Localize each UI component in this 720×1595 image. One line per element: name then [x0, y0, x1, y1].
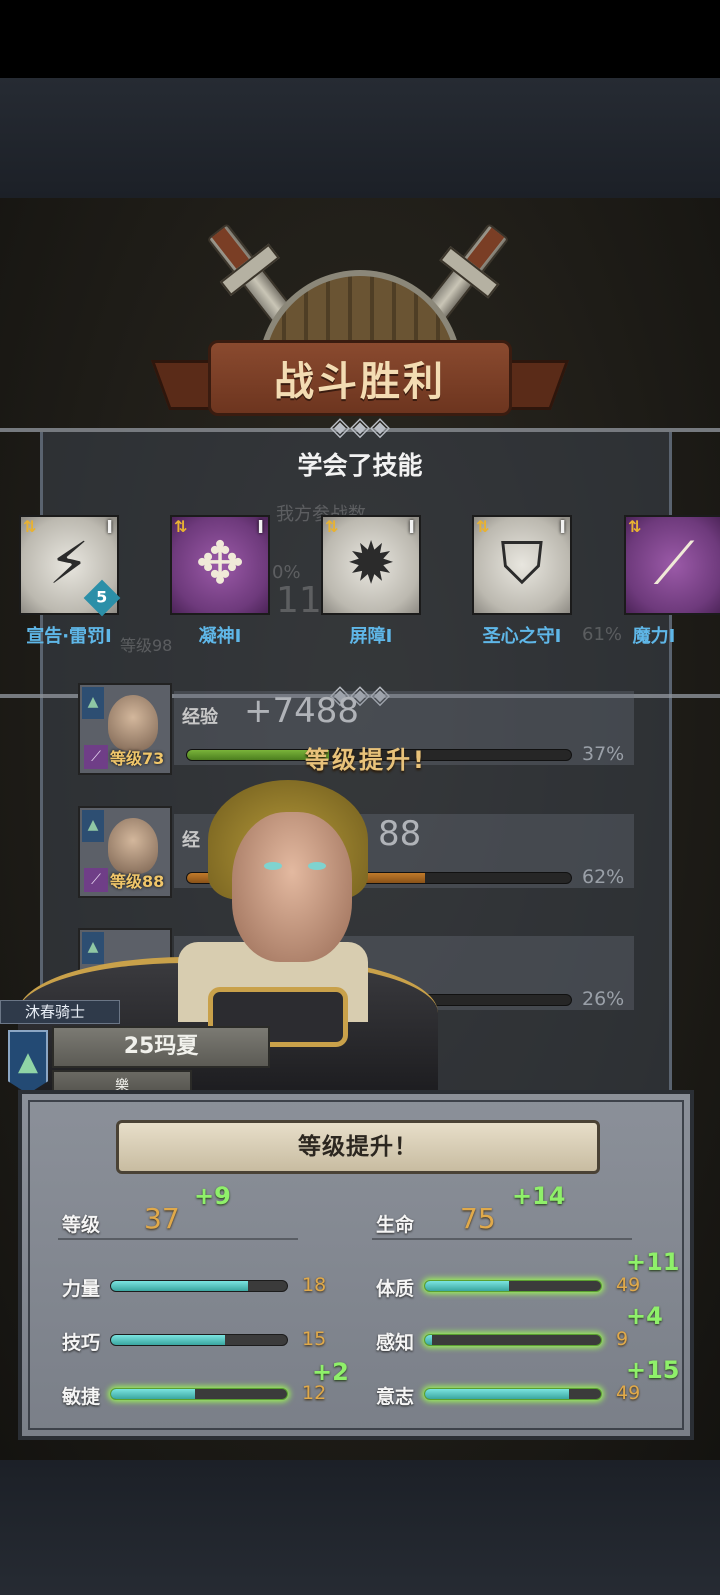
stat-constitution-value: 49 — [616, 1274, 641, 1296]
stat-strength-bar — [110, 1280, 288, 1292]
bottom-band — [0, 1460, 720, 1595]
status-bar — [0, 0, 720, 78]
victory-title: 战斗胜利 — [274, 359, 446, 405]
magic-staff-icon: ⟋ — [653, 529, 695, 597]
skill-card-3[interactable]: ⇅ I ✹ — [321, 515, 421, 615]
skill-name-4: 圣心之守I — [482, 626, 562, 647]
stat-agility-bar — [110, 1388, 288, 1400]
crosshair-icon: ✥ — [195, 529, 245, 597]
exp-value: +7488 — [244, 691, 360, 731]
member-level: 等级73 — [110, 749, 165, 768]
skill-name-5: 魔力I — [632, 626, 676, 647]
exp-percent: 26% — [582, 988, 625, 1010]
character-name: 25玛夏 — [52, 1026, 270, 1068]
stat-strength-value: 18 — [302, 1274, 327, 1296]
stat-agility-label: 敏捷 — [62, 1386, 101, 1408]
level-label: 等级 — [62, 1214, 101, 1236]
stat-constitution-increase: +11 — [626, 1248, 680, 1276]
wand-icon: ⟋ — [84, 745, 108, 769]
stat-will-value: 49 — [616, 1382, 641, 1404]
skill-card-4[interactable]: ⇅ I ⛉ — [472, 515, 572, 615]
hp-value: 75 — [460, 1202, 496, 1235]
header-band — [0, 78, 720, 198]
stat-skill-bar — [110, 1334, 288, 1346]
stat-perception-increase: +4 — [626, 1302, 663, 1330]
stat-constitution-bar — [424, 1280, 602, 1292]
ghost-num: 11 — [276, 580, 322, 621]
learned-skills-heading: 学会了技能 — [297, 451, 423, 480]
skill-card-1[interactable]: ⇅ I ⚡ 5 — [19, 515, 121, 617]
hp-label: 生命 — [376, 1214, 415, 1236]
stat-will-label: 意志 — [376, 1386, 415, 1408]
stat-perception-value: 9 — [616, 1328, 629, 1350]
barrier-burst-icon: ✹ — [346, 529, 396, 597]
stat-will-bar — [424, 1388, 602, 1400]
exp-percent: 62% — [582, 866, 625, 888]
victory-banner: 战斗胜利 — [208, 340, 512, 416]
skill-name-1: 宣告·雷罚I — [26, 626, 112, 647]
knot-ornament-icon: ◈◈◈ — [330, 412, 390, 442]
stat-skill-label: 技巧 — [62, 1332, 101, 1354]
level-up-button[interactable]: 等级提升！ — [116, 1120, 600, 1174]
skill-card-5[interactable]: ⇅ ⟋ — [624, 515, 720, 615]
level-up-stats-panel: 等级提升！ 等级 37 +9 生命 75 +14 力量 18 技巧 15 +2 … — [18, 1090, 694, 1440]
order-label: 沐春骑士 — [0, 1000, 120, 1024]
character-name-card: 沐春骑士 ▲ 25玛夏 樂 — [0, 1000, 270, 1104]
stat-strength-label: 力量 — [62, 1278, 101, 1300]
skill-name-3: 屏障I — [349, 626, 393, 647]
stat-skill-value: 15 — [302, 1328, 327, 1350]
stat-perception-label: 感知 — [376, 1332, 415, 1354]
skill-name-2: 凝神I — [198, 626, 242, 647]
stat-perception-bar — [424, 1334, 602, 1346]
level-value: 37 — [144, 1202, 180, 1235]
avatar: ▲ ⟋ 等级73 — [78, 683, 172, 775]
stat-will-increase: +15 — [626, 1356, 680, 1384]
exp-label: 经验 — [182, 707, 218, 728]
tree-crest-icon: ▲ — [82, 687, 104, 719]
level-increase: +9 — [194, 1182, 231, 1210]
tree-banner-icon: ▲ — [8, 1030, 48, 1094]
skill-card-2[interactable]: ⇅ I ✥ — [170, 515, 270, 615]
stat-agility-value: 12 — [302, 1382, 327, 1404]
exp-percent: 37% — [582, 743, 625, 765]
level-up-overlay: 等级提升! — [305, 746, 427, 774]
hp-increase: +14 — [512, 1182, 566, 1210]
holy-shield-icon: ⛉ — [500, 529, 544, 597]
stat-constitution-label: 体质 — [376, 1278, 415, 1300]
